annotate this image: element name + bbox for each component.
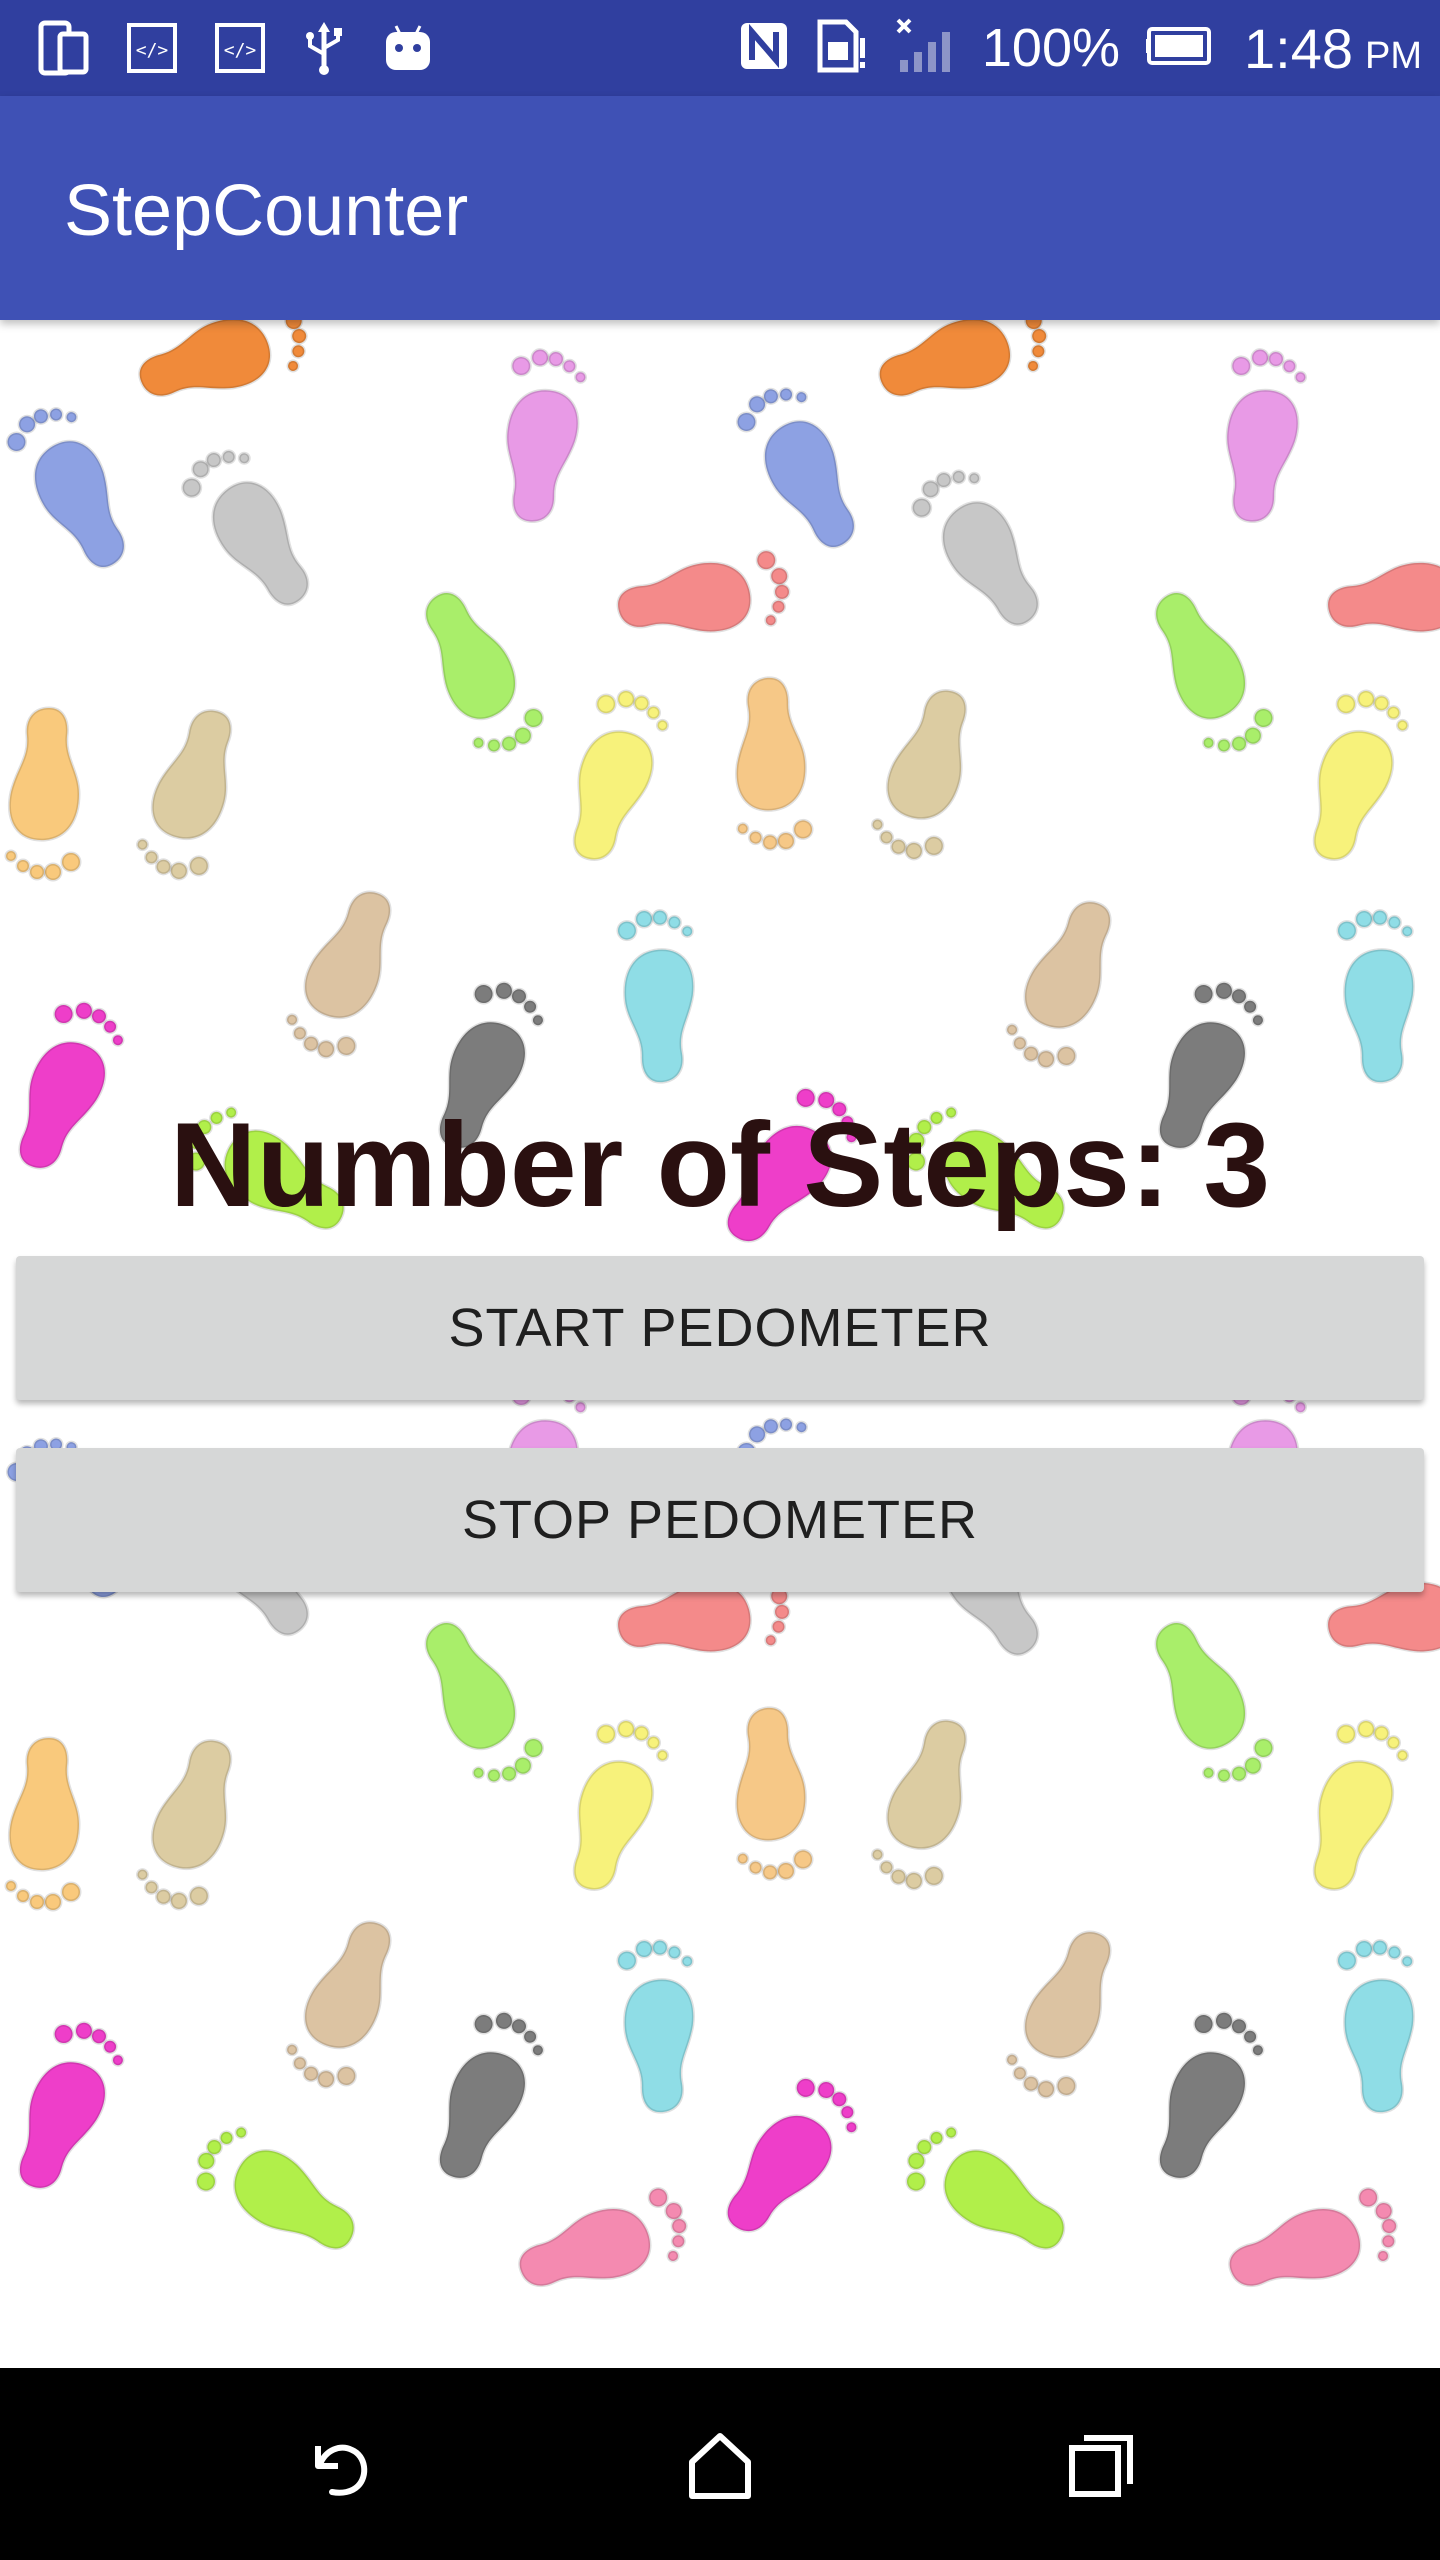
status-bar: </> </> 100% 1:48 PM <box>0 0 1440 96</box>
stop-pedometer-button[interactable]: STOP PEDOMETER <box>16 1448 1424 1592</box>
recents-icon[interactable] <box>1060 2424 1144 2508</box>
home-icon[interactable] <box>678 2424 762 2508</box>
signal-icon <box>894 18 956 79</box>
usb-icon <box>302 20 346 76</box>
clock-ampm: PM <box>1365 34 1422 77</box>
step-count-label: Number of Steps: 3 <box>169 1098 1271 1232</box>
start-pedometer-button[interactable]: START PEDOMETER <box>16 1256 1424 1400</box>
status-clock: 1:48 PM <box>1244 16 1422 81</box>
status-left-icons: </> </> <box>38 18 434 78</box>
app-bar: StepCounter <box>0 96 1440 320</box>
status-right: 100% 1:48 PM <box>738 0 1422 96</box>
battery-icon <box>1146 26 1218 71</box>
app-title: StepCounter <box>64 171 469 251</box>
battery-percent: 100% <box>981 18 1120 78</box>
sim-icon <box>816 18 868 79</box>
device-icon <box>38 20 90 76</box>
svg-text:</>: </> <box>136 40 169 61</box>
nfc-icon <box>738 20 790 77</box>
svg-text:</>: </> <box>224 40 257 61</box>
android-icon <box>382 22 434 74</box>
back-icon[interactable] <box>296 2424 380 2508</box>
code-icon: </> <box>126 22 178 74</box>
clock-time: 1:48 <box>1244 16 1353 80</box>
code-icon: </> <box>214 22 266 74</box>
main-content: Number of Steps: 3 START PEDOMETER STOP … <box>0 320 1440 2368</box>
navigation-bar <box>0 2368 1440 2560</box>
